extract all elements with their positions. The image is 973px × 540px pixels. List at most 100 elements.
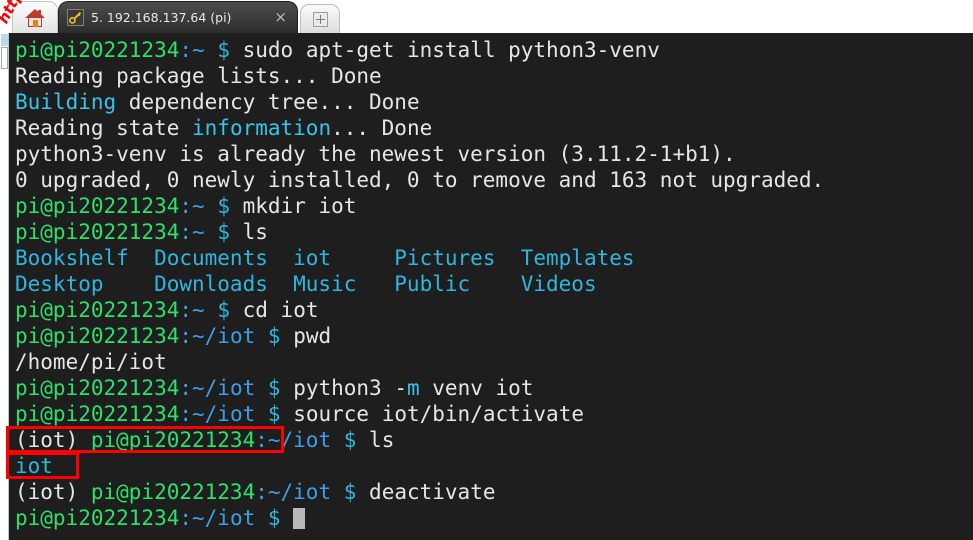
terminal-text-segment: dependency tree... Done xyxy=(116,90,419,114)
terminal-text-segment: python3 - xyxy=(281,376,407,400)
tab-home[interactable] xyxy=(12,1,58,33)
terminal-text-segment: :~/iot xyxy=(179,376,255,400)
terminal-text-segment: iot xyxy=(15,454,53,478)
terminal-line: Building dependency tree... Done xyxy=(15,89,973,115)
terminal-text-segment: $ xyxy=(268,506,281,530)
terminal-text-segment: Reading package lists... Done xyxy=(15,64,382,88)
terminal-text-segment: mkdir iot xyxy=(230,194,356,218)
terminal-text-segment: :~ xyxy=(179,298,204,322)
terminal-line: pi@pi20221234:~/iot $ xyxy=(15,505,973,531)
terminal-text-segment: pi@pi20221234 xyxy=(15,324,179,348)
terminal-text-segment: (iot) xyxy=(15,428,91,452)
terminal-line: pi@pi20221234:~ $ sudo apt-get install p… xyxy=(15,37,973,63)
terminal-text-segment: pi@pi20221234 xyxy=(15,402,179,426)
terminal-text-segment: ls xyxy=(356,428,394,452)
terminal-text-segment: pi@pi20221234 xyxy=(15,194,179,218)
terminal-text-segment: pwd xyxy=(281,324,332,348)
terminal-text-segment: :~/iot xyxy=(255,480,331,504)
stub-box-3 xyxy=(1,47,8,69)
terminal-text-segment: deactivate xyxy=(356,480,495,504)
terminal-text-segment: $ xyxy=(217,38,230,62)
terminal-text-segment: pi@pi20221234 xyxy=(15,220,179,244)
terminal-text-segment xyxy=(255,506,268,530)
left-edge-stub xyxy=(0,0,9,540)
terminal-text-segment xyxy=(205,38,218,62)
terminal-text-segment: (iot) xyxy=(15,480,91,504)
tab-title-label: 5. 192.168.137.64 (pi) xyxy=(91,10,270,25)
putty-terminal-window: 5. 192.168.137.64 (pi) × pi@pi20221234:~… xyxy=(0,0,973,540)
terminal-text-segment: $ xyxy=(268,376,281,400)
terminal-text-segment xyxy=(331,428,344,452)
terminal-text-segment: source iot/bin/activate xyxy=(281,402,584,426)
terminal-text-segment: $ xyxy=(268,402,281,426)
terminal-text-segment: cd iot xyxy=(230,298,319,322)
terminal-text-segment: information xyxy=(192,116,331,140)
terminal-text-segment: pi@pi20221234 xyxy=(91,428,255,452)
terminal-line: Reading package lists... Done xyxy=(15,63,973,89)
terminal-text-segment: python3-venv is already the newest versi… xyxy=(15,142,736,166)
terminal-text-segment: $ xyxy=(268,324,281,348)
terminal-text-segment: Bookshelf Documents iot Pictures Templat… xyxy=(15,246,635,270)
terminal-text-segment xyxy=(205,298,218,322)
terminal-line: Desktop Downloads Music Public Videos xyxy=(15,271,973,297)
terminal-line: Bookshelf Documents iot Pictures Templat… xyxy=(15,245,973,271)
terminal-line: python3-venv is already the newest versi… xyxy=(15,141,973,167)
terminal-cursor xyxy=(293,508,305,529)
terminal-output-area[interactable]: pi@pi20221234:~ $ sudo apt-get install p… xyxy=(9,33,973,540)
terminal-text-segment: $ xyxy=(344,480,357,504)
terminal-text-segment: $ xyxy=(217,298,230,322)
terminal-line: pi@pi20221234:~/iot $ python3 -m venv io… xyxy=(15,375,973,401)
terminal-line: /home/pi/iot xyxy=(15,349,973,375)
terminal-text-segment: $ xyxy=(344,428,357,452)
terminal-line: pi@pi20221234:~ $ ls xyxy=(15,219,973,245)
terminal-text-segment: :~/iot xyxy=(255,428,331,452)
terminal-text-segment: pi@pi20221234 xyxy=(15,38,179,62)
terminal-text-segment xyxy=(331,480,344,504)
terminal-line: (iot) pi@pi20221234:~/iot $ ls xyxy=(15,427,973,453)
tab-strip: 5. 192.168.137.64 (pi) × xyxy=(0,0,973,33)
terminal-text-segment: :~ xyxy=(179,38,204,62)
terminal-text-segment: Building xyxy=(15,90,116,114)
terminal-line: (iot) pi@pi20221234:~/iot $ deactivate xyxy=(15,479,973,505)
terminal-text-segment: 0 upgraded, 0 newly installed, 0 to remo… xyxy=(15,168,824,192)
terminal-line: iot xyxy=(15,453,973,479)
terminal-line: Reading state information... Done xyxy=(15,115,973,141)
terminal-text-segment: pi@pi20221234 xyxy=(15,506,179,530)
terminal-text-segment: :~/iot xyxy=(179,402,255,426)
terminal-text-segment: /home/pi/iot xyxy=(15,350,167,374)
terminal-text-segment: ... Done xyxy=(331,116,432,140)
terminal-text-segment xyxy=(255,376,268,400)
terminal-text-segment xyxy=(281,506,294,530)
terminal-text-segment: ls xyxy=(230,220,268,244)
terminal-text-segment xyxy=(205,220,218,244)
new-tab-button[interactable] xyxy=(300,4,340,33)
terminal-text-segment: $ xyxy=(217,220,230,244)
terminal-text-segment: pi@pi20221234 xyxy=(91,480,255,504)
terminal-line: pi@pi20221234:~ $ cd iot xyxy=(15,297,973,323)
close-icon[interactable]: × xyxy=(270,10,291,25)
terminal-text-segment: m xyxy=(407,376,420,400)
terminal-line: 0 upgraded, 0 newly installed, 0 to remo… xyxy=(15,167,973,193)
terminal-text-segment: Reading state xyxy=(15,116,192,140)
terminal-line: pi@pi20221234:~/iot $ pwd xyxy=(15,323,973,349)
stub-box-2 xyxy=(1,34,8,46)
terminal-text-segment: :~ xyxy=(179,194,204,218)
terminal-text-segment: :~/iot xyxy=(179,506,255,530)
terminal-text-segment: Desktop Downloads Music Public Videos xyxy=(15,272,597,296)
terminal-text-segment xyxy=(255,324,268,348)
home-icon xyxy=(25,9,45,27)
terminal-text-segment: $ xyxy=(217,194,230,218)
tab-session-active[interactable]: 5. 192.168.137.64 (pi) × xyxy=(58,1,298,33)
key-icon xyxy=(67,9,84,26)
terminal-line: pi@pi20221234:~ $ mkdir iot xyxy=(15,193,973,219)
terminal-text-segment: sudo apt-get install python3-venv xyxy=(230,38,660,62)
terminal-text-segment: venv iot xyxy=(420,376,534,400)
terminal-text-segment xyxy=(205,194,218,218)
terminal-text-segment: pi@pi20221234 xyxy=(15,298,179,322)
terminal-text-segment: :~/iot xyxy=(179,324,255,348)
terminal-line: pi@pi20221234:~/iot $ source iot/bin/act… xyxy=(15,401,973,427)
plus-icon xyxy=(313,12,328,27)
terminal-text-segment: pi@pi20221234 xyxy=(15,376,179,400)
terminal-text-segment: :~ xyxy=(179,220,204,244)
terminal-text-segment xyxy=(255,402,268,426)
